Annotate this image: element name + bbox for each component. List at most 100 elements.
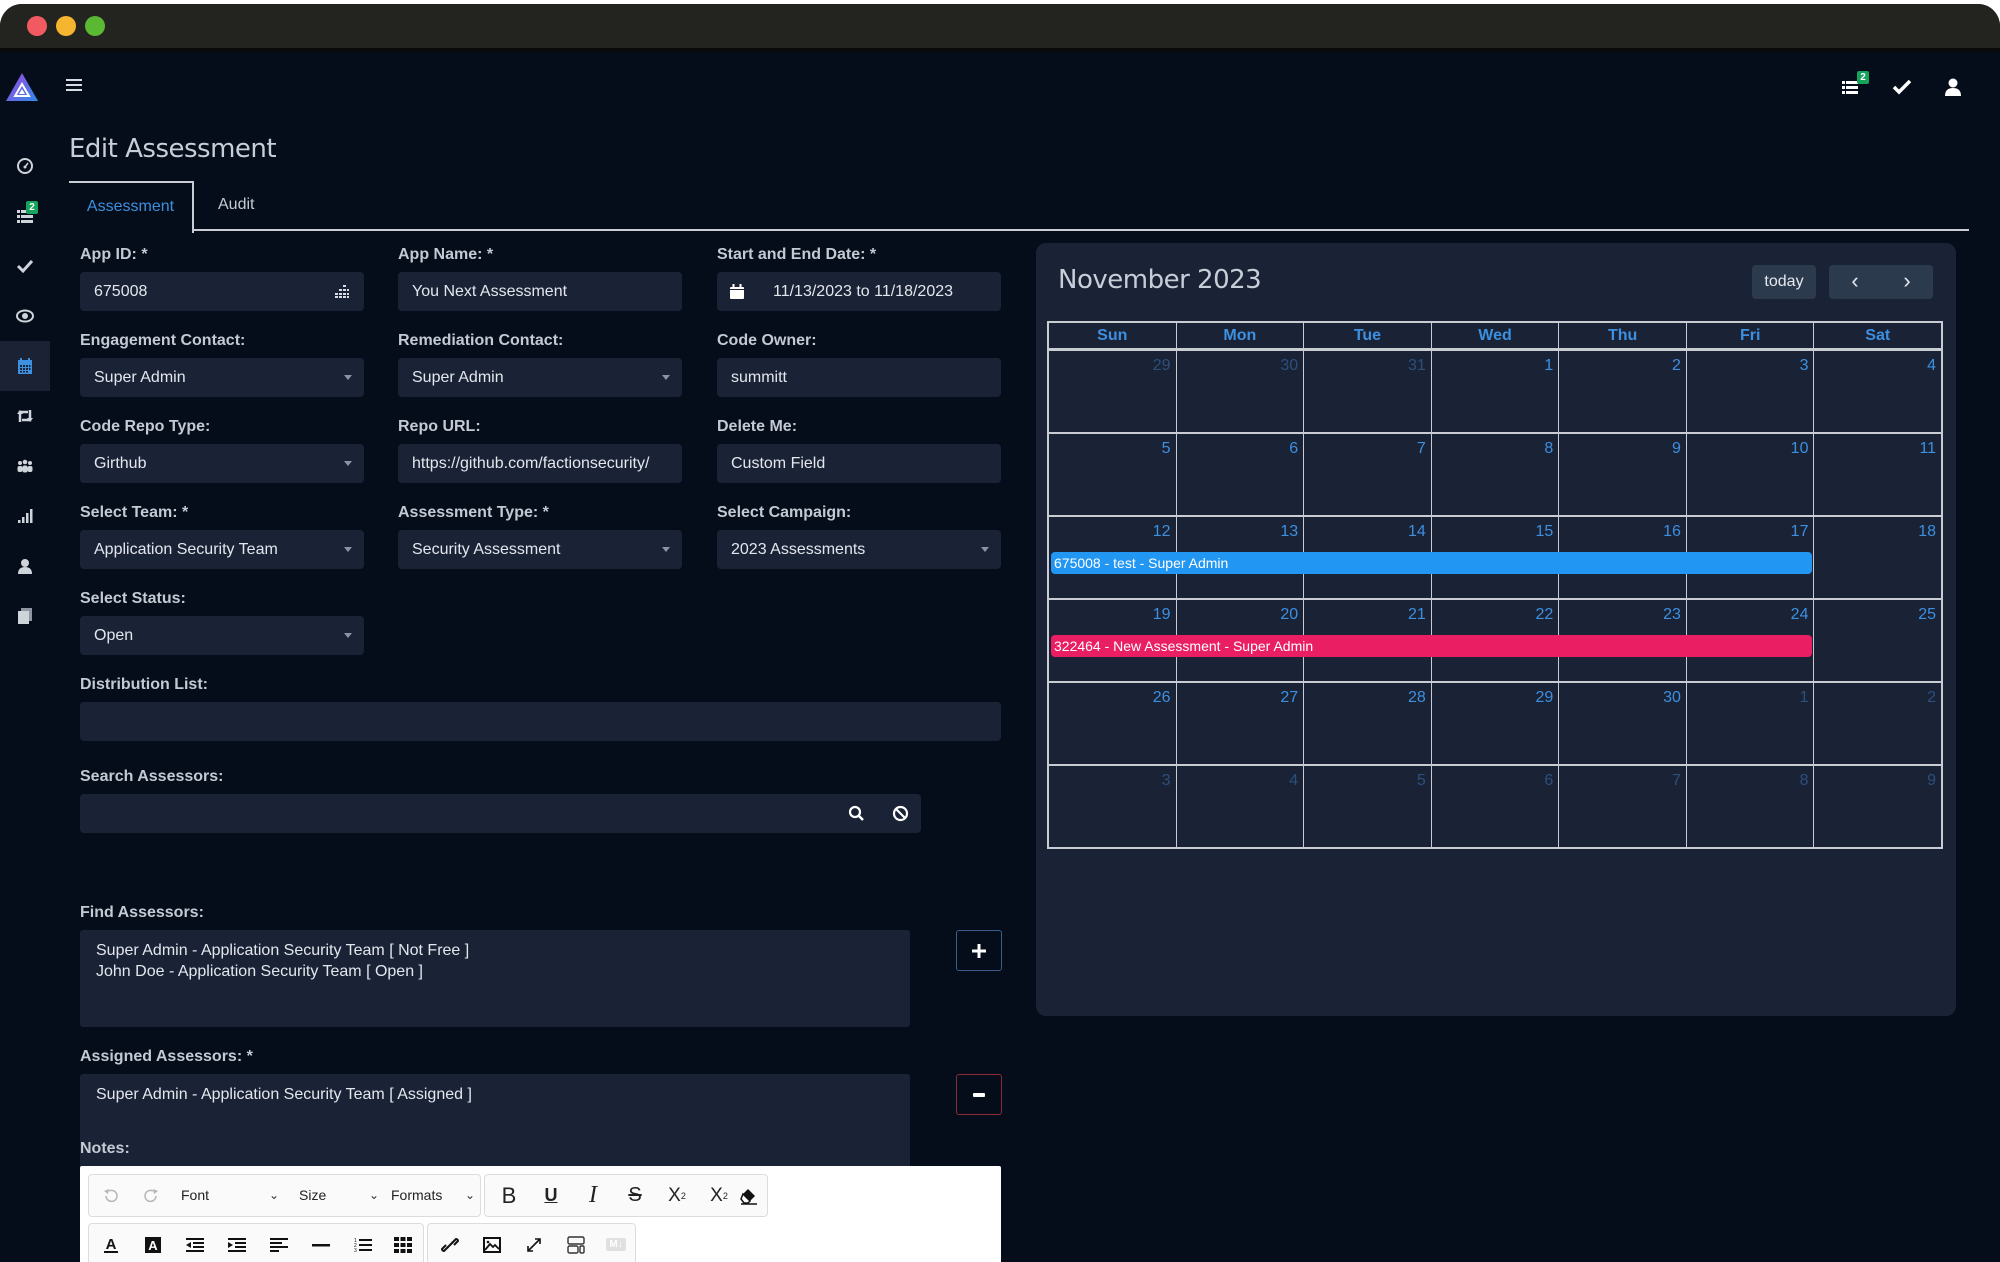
day-number[interactable]: 24 (1791, 606, 1809, 624)
calendar-day[interactable]: 29 (1049, 351, 1176, 432)
background-color-button[interactable]: A (135, 1224, 171, 1262)
day-number[interactable]: 8 (1544, 440, 1553, 458)
day-number[interactable]: 2 (1672, 357, 1681, 375)
sidebar-item-queue[interactable]: 2 (0, 191, 50, 241)
day-number[interactable]: 28 (1408, 689, 1426, 707)
calendar-day[interactable]: 25 (1813, 600, 1941, 681)
bold-button[interactable]: B (491, 1175, 527, 1216)
calendar-day[interactable]: 5 (1049, 434, 1176, 515)
day-number[interactable]: 4 (1927, 357, 1936, 375)
engagement-contact-select[interactable]: Super Admin (80, 358, 364, 397)
day-number[interactable]: 9 (1927, 772, 1936, 790)
day-number[interactable]: 31 (1408, 357, 1426, 375)
calendar-day[interactable]: 7 (1558, 766, 1686, 847)
sidebar-item-profile[interactable] (0, 541, 50, 591)
horizontal-rule-button[interactable] (303, 1224, 339, 1262)
day-number[interactable]: 16 (1663, 523, 1681, 541)
find-assessors-list[interactable]: Super Admin - Application Security Team … (80, 930, 910, 1027)
calendar-day[interactable]: 4 (1175, 766, 1304, 847)
campaign-select[interactable]: 2023 Assessments (717, 530, 1001, 569)
status-select[interactable]: Open (80, 616, 364, 655)
day-number[interactable]: 30 (1663, 689, 1681, 707)
day-number[interactable]: 6 (1544, 772, 1553, 790)
sidebar-item-retest-cycle[interactable] (0, 391, 50, 441)
day-number[interactable]: 18 (1918, 523, 1936, 541)
app-logo[interactable] (5, 72, 39, 102)
day-number[interactable]: 29 (1536, 689, 1554, 707)
list-item[interactable]: John Doe - Application Security Team [ O… (96, 961, 894, 982)
day-number[interactable]: 20 (1280, 606, 1298, 624)
calendar-day[interactable]: 8 (1430, 434, 1559, 515)
subscript-button[interactable]: X2 (659, 1175, 695, 1216)
day-number[interactable]: 5 (1417, 772, 1426, 790)
link-button[interactable] (432, 1224, 468, 1262)
calendar-day[interactable]: 4 (1813, 351, 1941, 432)
user-profile-icon[interactable] (1942, 76, 1964, 98)
minimize-window-button[interactable] (56, 16, 76, 36)
generate-id-icon[interactable] (334, 283, 350, 299)
day-number[interactable]: 4 (1289, 772, 1298, 790)
maximize-window-button[interactable] (85, 16, 105, 36)
day-number[interactable]: 7 (1417, 440, 1426, 458)
day-number[interactable]: 1 (1544, 357, 1553, 375)
verification-check-icon[interactable] (1891, 76, 1913, 98)
tab-assessment[interactable]: Assessment (69, 181, 194, 233)
day-number[interactable]: 21 (1408, 606, 1426, 624)
font-dropdown[interactable]: Font ⌄ (181, 1175, 281, 1216)
strikethrough-button[interactable]: S (617, 1175, 653, 1216)
calendar-event[interactable]: 322464 - New Assessment - Super Admin (1051, 635, 1812, 657)
list-item[interactable]: Super Admin - Application Security Team … (96, 1084, 894, 1105)
calendar-day[interactable]: 29 (1430, 683, 1559, 764)
sidebar-item-metrics[interactable] (0, 491, 50, 541)
underline-button[interactable]: U (533, 1175, 569, 1216)
indent-button[interactable] (219, 1224, 255, 1262)
calendar-day[interactable]: 10 (1685, 434, 1814, 515)
repo-url-field[interactable]: https://github.com/factionsecurity/ (398, 444, 682, 483)
close-window-button[interactable] (27, 16, 47, 36)
formats-dropdown[interactable]: Formats ⌄ (391, 1175, 479, 1216)
sidebar-item-retests[interactable] (0, 291, 50, 341)
assigned-assessors-list[interactable]: Super Admin - Application Security Team … (80, 1074, 910, 1171)
day-number[interactable]: 8 (1800, 772, 1809, 790)
menu-toggle-button[interactable] (66, 79, 82, 93)
calendar-day[interactable]: 18 (1813, 517, 1941, 598)
day-number[interactable]: 26 (1153, 689, 1171, 707)
add-assessor-button[interactable] (956, 930, 1002, 971)
preview-button[interactable] (558, 1224, 594, 1262)
distribution-list-field[interactable] (80, 702, 1001, 741)
list-item[interactable]: Super Admin - Application Security Team … (96, 940, 894, 961)
day-number[interactable]: 3 (1162, 772, 1171, 790)
notes-editor[interactable]: Font ⌄ Size ⌄ Formats ⌄ B U I S X 2 X 2 … (80, 1166, 1001, 1262)
calendar-day[interactable]: 7 (1303, 434, 1431, 515)
day-number[interactable]: 13 (1280, 523, 1298, 541)
day-number[interactable]: 5 (1162, 440, 1171, 458)
day-number[interactable]: 11 (1919, 440, 1936, 458)
italic-button[interactable]: I (575, 1175, 611, 1216)
day-number[interactable]: 14 (1408, 523, 1426, 541)
search-icon[interactable] (848, 805, 865, 822)
sidebar-item-verifications[interactable] (0, 241, 50, 291)
undo-button[interactable] (95, 1175, 127, 1216)
day-number[interactable]: 6 (1289, 440, 1298, 458)
calendar-day[interactable]: 6 (1175, 434, 1304, 515)
day-number[interactable]: 22 (1536, 606, 1554, 624)
calendar-day[interactable]: 31 (1303, 351, 1431, 432)
calendar-day[interactable]: 2 (1558, 351, 1686, 432)
next-month-button[interactable]: › (1881, 265, 1933, 299)
code-repo-type-select[interactable]: Girthub (80, 444, 364, 483)
image-button[interactable] (474, 1224, 510, 1262)
calendar-day[interactable]: 1 (1685, 683, 1814, 764)
day-number[interactable]: 17 (1791, 523, 1809, 541)
calendar-event[interactable]: 675008 - test - Super Admin (1051, 552, 1812, 574)
tab-audit[interactable]: Audit (218, 181, 254, 231)
calendar-day[interactable]: 9 (1813, 766, 1941, 847)
calendar-day[interactable]: 8 (1685, 766, 1814, 847)
calendar-day[interactable]: 27 (1175, 683, 1304, 764)
day-number[interactable]: 1 (1800, 689, 1809, 707)
day-number[interactable]: 27 (1280, 689, 1298, 707)
day-number[interactable]: 7 (1672, 772, 1681, 790)
day-number[interactable]: 29 (1153, 357, 1171, 375)
day-number[interactable]: 3 (1800, 357, 1809, 375)
sidebar-item-dashboard[interactable] (0, 141, 50, 191)
calendar-day[interactable]: 30 (1558, 683, 1686, 764)
